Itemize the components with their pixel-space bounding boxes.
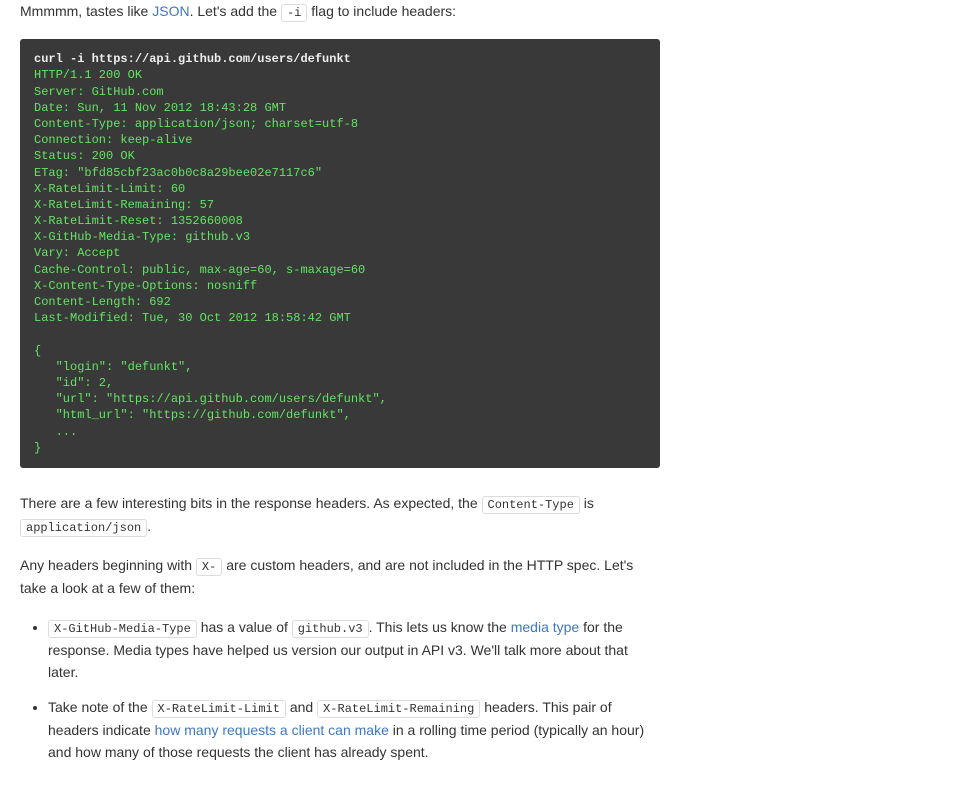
text: . This lets us know the (369, 619, 511, 635)
rate-limit-link[interactable]: how many requests a client can make (155, 722, 389, 738)
code-block: curl -i https://api.github.com/users/def… (20, 39, 660, 468)
article-body: Mmmmm, tastes like JSON. Let's add the -… (20, 0, 660, 764)
github-v3-code: github.v3 (292, 620, 369, 638)
text: and (286, 699, 317, 715)
text: has a value of (197, 619, 292, 635)
application-json-code: application/json (20, 519, 147, 537)
text: . Let's add the (190, 3, 281, 19)
text: Mmmmm, tastes like (20, 3, 152, 19)
json-link[interactable]: JSON (152, 3, 189, 19)
text: Take note of the (48, 699, 152, 715)
custom-headers-paragraph: Any headers beginning with X- are custom… (20, 554, 660, 600)
content-type-code: Content-Type (482, 496, 580, 514)
command-output: HTTP/1.1 200 OK Server: GitHub.com Date:… (34, 67, 646, 456)
list-item: Take note of the X-RateLimit-Limit and X… (48, 696, 660, 764)
intro-paragraph: Mmmmm, tastes like JSON. Let's add the -… (20, 0, 660, 23)
flag-code: -i (281, 4, 307, 22)
text: . (147, 518, 151, 534)
header-notes-list: X-GitHub-Media-Type has a value of githu… (20, 616, 660, 764)
media-type-link[interactable]: media type (511, 619, 579, 635)
text: Any headers beginning with (20, 557, 196, 573)
x-prefix-code: X- (196, 558, 222, 576)
command-line: curl -i https://api.github.com/users/def… (34, 51, 646, 67)
github-media-type-code: X-GitHub-Media-Type (48, 620, 197, 638)
text: flag to include headers: (307, 3, 456, 19)
response-headers-paragraph: There are a few interesting bits in the … (20, 492, 660, 538)
text: is (580, 495, 594, 511)
list-item: X-GitHub-Media-Type has a value of githu… (48, 616, 660, 684)
text: There are a few interesting bits in the … (20, 495, 482, 511)
ratelimit-limit-code: X-RateLimit-Limit (152, 700, 286, 718)
ratelimit-remaining-code: X-RateLimit-Remaining (317, 700, 480, 718)
